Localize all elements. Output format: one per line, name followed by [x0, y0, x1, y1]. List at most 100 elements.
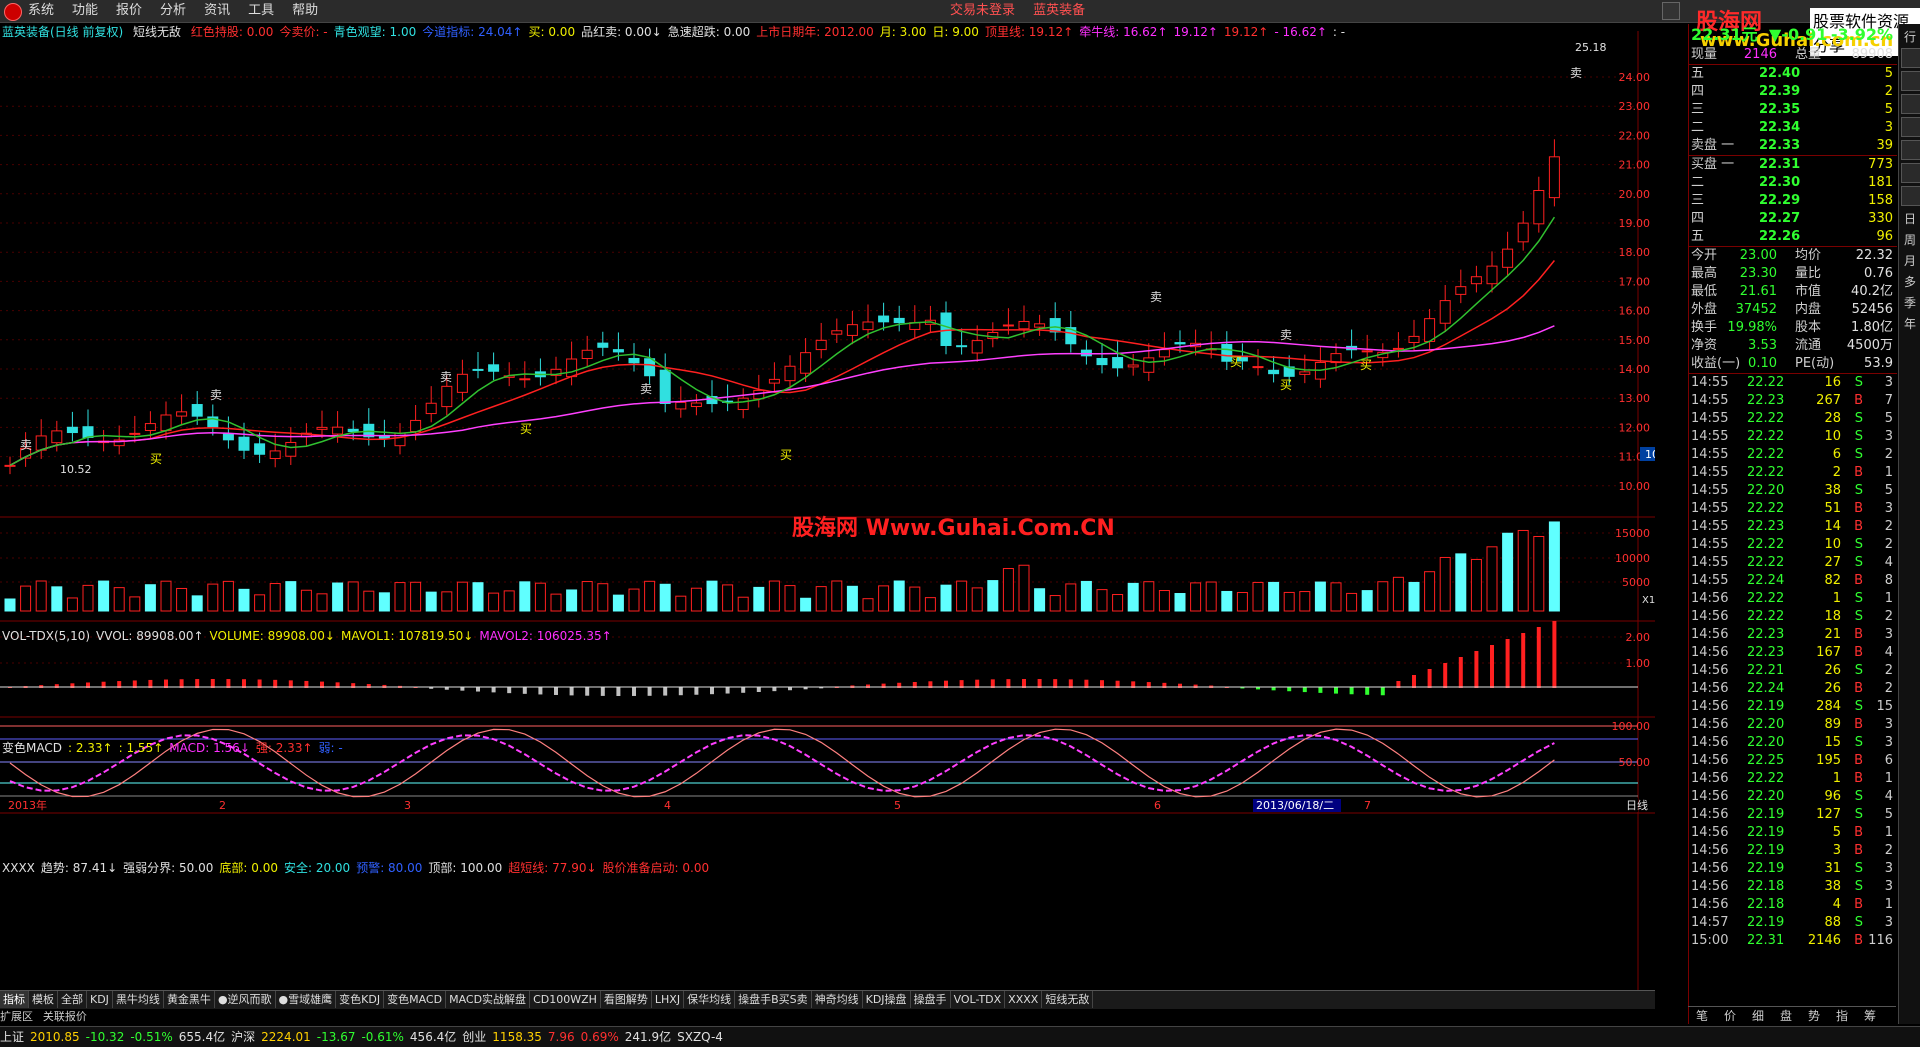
period-button[interactable]: 月 — [1899, 252, 1920, 269]
book-row[interactable]: 四 22.27 330 — [1689, 210, 1897, 228]
book-volume: 158 — [1868, 193, 1893, 208]
tab-item[interactable]: 短线无敌 — [1042, 991, 1094, 1008]
candle-body — [129, 432, 141, 435]
quote-tab[interactable]: 盘 — [1772, 1007, 1800, 1025]
tab-item[interactable]: 全部 — [58, 991, 87, 1008]
macd-bar — [554, 687, 558, 695]
indicator-value: 今卖价: - — [279, 25, 328, 39]
volume-bar — [1408, 581, 1420, 612]
tab-item[interactable]: VOL-TDX — [951, 991, 1006, 1008]
book-row[interactable]: 四 22.39 2 — [1689, 83, 1897, 101]
toolbar-button[interactable] — [1901, 71, 1920, 91]
buy-signal: 买 — [150, 452, 162, 466]
tab-item[interactable]: 操盘手B买S卖 — [735, 991, 812, 1008]
tool-status[interactable]: 蓝英装备 — [1033, 3, 1085, 18]
menu-item[interactable]: 帮助 — [292, 0, 318, 22]
indicator-value: 19.12↑ — [1223, 25, 1269, 39]
quote-tab[interactable]: 势 — [1800, 1007, 1828, 1025]
macd-bar — [1458, 657, 1463, 688]
minimize-icon[interactable] — [1662, 2, 1680, 20]
high-price-label: 25.18 — [1575, 41, 1607, 54]
book-row[interactable]: 三 22.35 5 — [1689, 101, 1897, 119]
menu-bar: 系统 功能 报价 分析 资讯 工具 帮助 交易未登录 蓝英装备 — [0, 0, 1920, 23]
tab-item[interactable]: 操盘手 — [911, 991, 951, 1008]
toolbar-button[interactable] — [1901, 140, 1920, 160]
tab-item[interactable]: 变色KDJ — [336, 991, 385, 1008]
tick-row: 14:56 22.18 4 B 1 — [1689, 896, 1897, 914]
period-button[interactable]: 日 — [1899, 210, 1920, 227]
tab-item[interactable]: 黄金黑牛 — [164, 991, 215, 1008]
tab-item[interactable]: 模板 — [29, 991, 58, 1008]
trade-status[interactable]: 交易未登录 — [950, 3, 1015, 18]
tab-item[interactable]: CD100WZH — [530, 991, 601, 1008]
menu-item[interactable]: 分析 — [160, 0, 186, 22]
tab-item[interactable]: 看图解势 — [601, 991, 652, 1008]
book-row[interactable]: 买盘 一 22.31 773 — [1689, 156, 1897, 174]
quote-tab[interactable]: 细 — [1744, 1007, 1772, 1025]
stock-title[interactable]: 蓝英装备(日线 前复权) — [2, 25, 123, 39]
tab-item[interactable]: 神奇均线 — [812, 991, 863, 1008]
book-row[interactable]: 卖盘 一 22.33 39 — [1689, 137, 1897, 155]
tick-time: 14:56 — [1691, 645, 1729, 660]
menu-item[interactable]: 系统 — [28, 0, 54, 22]
tick-list[interactable]: 14:55 22.22 16 S 3 14:55 22.23 267 B 7 14:55 22.22 2… — [1689, 373, 1897, 950]
indicator-value: : 1.55↑ — [118, 741, 164, 755]
toolbar-button[interactable] — [1901, 48, 1920, 68]
period-button[interactable]: 季 — [1899, 294, 1920, 311]
indicator-value: 顶里线: 19.12↑ — [984, 25, 1074, 39]
period-button[interactable]: 周 — [1899, 231, 1920, 248]
tick-count: 3 — [1884, 375, 1893, 390]
period-button[interactable]: 多 — [1899, 273, 1920, 290]
sidebar-label[interactable]: 行 — [1899, 28, 1920, 45]
quote-tab[interactable]: 指 — [1828, 1007, 1856, 1025]
book-row[interactable]: 三 22.29 158 — [1689, 192, 1897, 210]
xxxx-name[interactable]: XXXX — [2, 861, 35, 875]
low-price-label: 10.52 — [60, 463, 92, 476]
volume-bar — [363, 590, 375, 612]
tab-item[interactable]: 指标 — [0, 991, 29, 1008]
menu-item[interactable]: 功能 — [72, 0, 98, 22]
book-row[interactable]: 五 22.40 5 — [1689, 65, 1897, 83]
macd-name[interactable]: 变色MACD — [2, 741, 62, 755]
macd-bar — [522, 687, 527, 694]
volume-bar — [300, 589, 312, 612]
formula-name[interactable]: 短线无敌 — [133, 25, 181, 39]
tick-time: 14:55 — [1691, 465, 1729, 480]
tab-item[interactable]: MACD实战解盘 — [446, 991, 531, 1008]
tab-item[interactable]: ●逆风而歌 — [215, 991, 276, 1008]
toolbar-button[interactable] — [1901, 117, 1920, 137]
toolbar-button[interactable] — [1901, 94, 1920, 114]
toolbar-button[interactable] — [1901, 186, 1920, 206]
book-row[interactable]: 二 22.34 3 — [1689, 119, 1897, 137]
tab-item[interactable]: XXXX — [1005, 991, 1043, 1008]
book-price: 22.39 — [1759, 84, 1801, 99]
tab-extend[interactable]: 扩展区 — [0, 1010, 33, 1023]
vol-name[interactable]: VOL-TDX(5,10) — [2, 629, 90, 643]
quote-tab[interactable]: 价 — [1716, 1007, 1744, 1025]
tick-direction: B — [1854, 717, 1863, 732]
tab-item[interactable]: 变色MACD — [384, 991, 447, 1008]
candle-body — [1112, 357, 1124, 369]
quote-tab[interactable]: 筹 — [1856, 1007, 1884, 1025]
tab-item[interactable]: LHXJ — [652, 991, 685, 1008]
tab-related[interactable]: 关联报价 — [43, 1010, 87, 1023]
tab-item[interactable]: ●雪域雄鹰 — [276, 991, 337, 1008]
book-row[interactable]: 二 22.30 181 — [1689, 174, 1897, 192]
menu-item[interactable]: 工具 — [248, 0, 274, 22]
sell-signal: 卖 — [1150, 290, 1162, 304]
candle-body — [441, 385, 453, 408]
book-price: 22.40 — [1759, 66, 1801, 81]
candle-body — [815, 339, 827, 351]
tab-item[interactable]: 保华均线 — [684, 991, 736, 1008]
menu-item[interactable]: 资讯 — [204, 0, 230, 22]
book-row[interactable]: 五 22.26 96 — [1689, 228, 1897, 246]
tab-item[interactable]: KDJ — [87, 991, 113, 1008]
tick-row: 14:56 22.19 5 B 1 — [1689, 824, 1897, 842]
toolbar-button[interactable] — [1901, 163, 1920, 183]
period-button[interactable]: 年 — [1899, 315, 1920, 332]
tab-item[interactable]: 黑牛均线 — [113, 991, 164, 1008]
quote-tab[interactable]: 笔 — [1688, 1007, 1716, 1025]
candle-body — [472, 368, 484, 371]
tab-item[interactable]: KDJ操盘 — [863, 991, 911, 1008]
menu-item[interactable]: 报价 — [116, 0, 142, 22]
